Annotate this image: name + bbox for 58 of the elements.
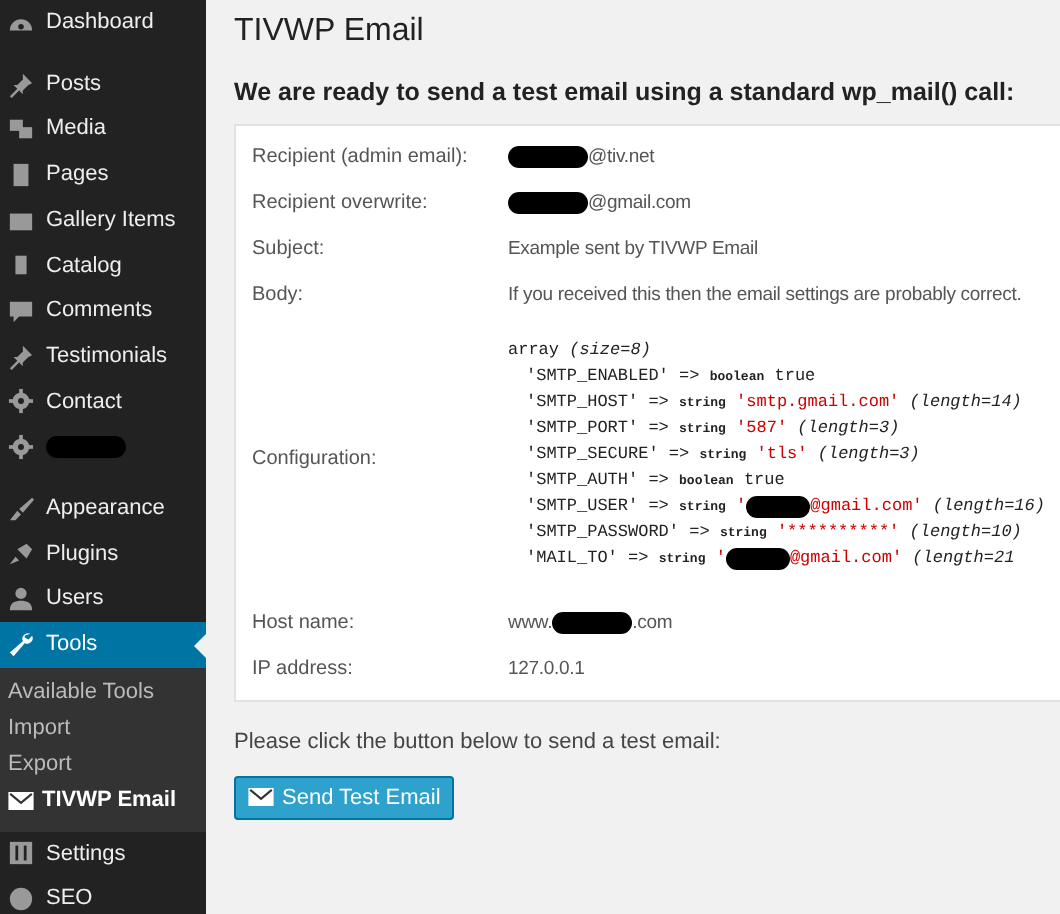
gear-icon bbox=[8, 434, 34, 461]
section-heading: We are ready to send a test email using a standard wp_mail() call: bbox=[234, 78, 1017, 109]
redaction-mark bbox=[508, 192, 588, 215]
redaction-mark bbox=[508, 146, 588, 169]
sidebar-item[interactable]: Media bbox=[0, 106, 206, 153]
field-value: Example sent by TIVWP Email bbox=[508, 235, 758, 264]
field-label: Subject: bbox=[252, 236, 327, 265]
redaction-mark bbox=[746, 496, 811, 519]
envelope-icon bbox=[8, 792, 34, 811]
sidebar-item[interactable]: Contact bbox=[0, 379, 206, 425]
plug-icon bbox=[8, 540, 34, 567]
field-value: www. bbox=[508, 609, 553, 638]
sidebar-item[interactable]: SEO bbox=[0, 876, 206, 914]
field-value: @tiv.net bbox=[588, 143, 655, 172]
field-label: Body: bbox=[252, 282, 306, 311]
sidebar-item[interactable]: Users bbox=[0, 576, 206, 622]
pin-icon bbox=[8, 71, 34, 98]
page-title: TIVWP Email bbox=[234, 12, 426, 51]
field-value: If you received this then the email settings are probably correct. bbox=[508, 281, 1022, 310]
sidebar-item[interactable]: Settings bbox=[0, 831, 206, 877]
wrench-icon bbox=[8, 631, 34, 658]
field-value: 127.0.0.1 bbox=[508, 655, 585, 684]
gear-icon bbox=[8, 388, 34, 415]
field-label: Host name: bbox=[252, 610, 357, 639]
sidebar-item[interactable]: Testimonials bbox=[0, 333, 206, 379]
field-label: Configuration: bbox=[252, 446, 379, 475]
brush-icon bbox=[8, 495, 34, 522]
pin-icon bbox=[8, 343, 34, 370]
submenu-item[interactable]: Export bbox=[0, 747, 206, 784]
code-text: @gmail.com' (length=16) bbox=[810, 494, 1045, 521]
sidebar-item[interactable]: Catalog bbox=[0, 242, 206, 289]
code-text: array (size=8) bbox=[508, 338, 651, 365]
field-value: .com bbox=[632, 609, 673, 638]
field-label: IP address: bbox=[252, 656, 355, 685]
sidebar-item[interactable]: Plugins bbox=[0, 531, 206, 577]
submenu-item[interactable]: Import bbox=[0, 711, 206, 748]
submenu-item[interactable]: TIVWP Email bbox=[0, 783, 206, 820]
envelope-icon bbox=[248, 788, 274, 807]
user-icon bbox=[8, 586, 34, 613]
sidebar-item[interactable]: Comments bbox=[0, 288, 206, 334]
redaction-mark bbox=[725, 548, 790, 571]
media-icon bbox=[8, 116, 34, 143]
field-value: @gmail.com bbox=[588, 189, 691, 218]
comment-icon bbox=[8, 297, 34, 324]
sidebar-item[interactable]: Gallery Items bbox=[0, 197, 206, 243]
sidebar-item[interactable]: Tools bbox=[0, 621, 206, 668]
sidebar-item[interactable]: Pages bbox=[0, 152, 206, 198]
field-label: Recipient (admin email): bbox=[252, 144, 470, 173]
sidebar-item[interactable]: Appearance bbox=[0, 485, 206, 532]
settings-icon bbox=[8, 840, 34, 867]
field-label: Recipient overwrite: bbox=[252, 190, 430, 219]
sidebar-item[interactable]: Dashboard bbox=[0, 0, 206, 46]
submenu-item[interactable]: Available Tools bbox=[0, 675, 206, 712]
instruction-text: Please click the button below to send a test email: bbox=[234, 728, 723, 759]
redaction-mark bbox=[552, 612, 633, 635]
sidebar-item[interactable]: Posts bbox=[0, 61, 206, 107]
code-text: @gmail.com' (length=21 bbox=[789, 546, 1015, 573]
pages-icon bbox=[8, 161, 34, 188]
